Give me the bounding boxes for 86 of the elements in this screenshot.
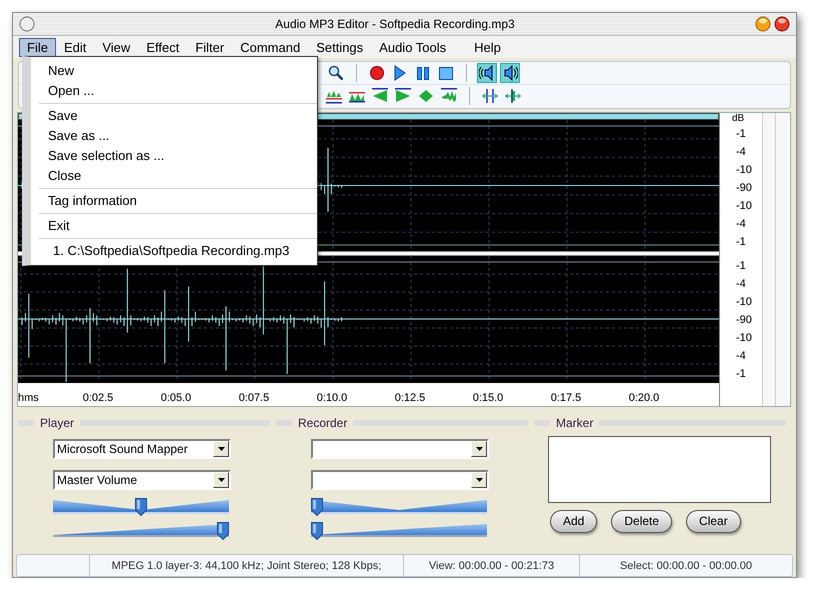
menu-item[interactable]: Audio Tools <box>371 38 454 58</box>
zoom-icon[interactable] <box>328 64 344 81</box>
db-tick-label: -10 <box>736 332 753 344</box>
window-menu-icon[interactable] <box>19 16 35 32</box>
menu-item[interactable]: File <box>19 38 56 58</box>
caret-icon[interactable] <box>218 446 224 451</box>
menu-entry[interactable]: 1. C:\Softpedia\Softpedia Recording.mp3 <box>39 241 317 261</box>
window-title: Audio MP3 Editor - Softpedia Recording.mp3 <box>274 16 516 31</box>
caret-icon[interactable] <box>476 478 482 482</box>
marker-split-icon[interactable] <box>482 88 498 104</box>
db-tick-label: -10 <box>736 296 753 308</box>
time-label: 0:02.5 <box>82 392 114 404</box>
status-text: Select: 00:00.00 - 00:00.00 <box>618 558 754 574</box>
pause-icon[interactable] <box>415 64 431 81</box>
menu-entry[interactable]: Tag information <box>39 191 317 211</box>
device-dropdown[interactable] <box>311 438 489 459</box>
group-title: Player <box>39 416 76 430</box>
status-text: MPEG 1.0 layer-3: 44,100 kHz; Joint Stereo; 128 Kbps; <box>90 555 404 576</box>
menu-item[interactable]: Effect <box>138 38 188 58</box>
marker-button[interactable]: Clear <box>686 510 741 533</box>
time-label: 0:05.0 <box>160 392 192 404</box>
menu-item[interactable]: Settings <box>308 38 372 58</box>
db-tick-label: -4 <box>736 218 747 230</box>
time-label: 0:12.5 <box>394 392 426 404</box>
db-tick-label: -10 <box>736 200 753 212</box>
menu-item[interactable]: Filter <box>187 38 232 58</box>
db-label: dB <box>731 112 746 124</box>
slider-thumb[interactable] <box>135 498 147 516</box>
db-tick-label: -1 <box>736 368 747 380</box>
minimize-icon[interactable] <box>755 16 771 32</box>
db-tick-label: -4 <box>736 278 747 290</box>
speaker-icon[interactable] <box>502 64 518 81</box>
group-title: Marker <box>555 416 594 430</box>
volume-ramp-icon <box>311 522 487 540</box>
play-icon[interactable] <box>392 64 408 81</box>
marker-button[interactable]: Add <box>550 510 598 533</box>
record-icon[interactable] <box>369 64 385 81</box>
slider-thumb[interactable] <box>311 522 323 540</box>
fade-out-icon[interactable] <box>395 88 411 104</box>
fade-in-icon[interactable] <box>372 88 388 104</box>
menu-entry[interactable]: Close <box>39 166 317 186</box>
time-label: 0:07.5 <box>238 392 270 404</box>
menu-entry[interactable]: New <box>39 61 317 81</box>
menu-entry[interactable]: Exit <box>39 216 317 236</box>
caret-icon[interactable] <box>476 446 482 451</box>
db-tick-label: -1 <box>736 128 747 140</box>
menu-item[interactable]: Help <box>466 38 509 58</box>
volume-ramp-icon <box>311 498 487 516</box>
mixer-dropdown[interactable] <box>311 470 489 490</box>
db-tick-label: -1 <box>736 236 747 248</box>
status-text: View: 00:00.00 - 00:21:73 <box>404 555 580 576</box>
wave-icon[interactable] <box>441 88 457 104</box>
db-tick-label: -90 <box>736 182 753 194</box>
db-tick-label: -4 <box>736 350 747 362</box>
group-title: Recorder <box>297 416 348 430</box>
caret-icon[interactable] <box>218 478 224 482</box>
slider-thumb[interactable] <box>311 498 323 516</box>
close-icon[interactable] <box>774 16 790 32</box>
db-tick-label: -1 <box>736 260 747 272</box>
menu-item[interactable]: Edit <box>56 38 94 58</box>
device-dropdown[interactable]: Microsoft Sound Mapper <box>53 438 231 459</box>
marker-list[interactable] <box>548 436 771 503</box>
scrollbar[interactable] <box>775 112 788 406</box>
menu-entry[interactable]: Save <box>39 106 317 126</box>
menu-entry[interactable]: Open ... <box>39 81 317 101</box>
time-label: hms <box>18 392 40 404</box>
slider-thumb[interactable] <box>217 522 229 540</box>
time-label: 0:15.0 <box>472 392 504 404</box>
speaker-icon[interactable] <box>479 64 495 81</box>
time-label: 0:10.0 <box>316 392 348 404</box>
db-tick-label: -90 <box>736 314 753 326</box>
menu-item[interactable]: Command <box>232 38 308 58</box>
menu-entry[interactable]: Save as ... <box>39 126 317 146</box>
marker-button[interactable]: Delete <box>611 510 672 533</box>
mixer-dropdown[interactable]: Master Volume <box>53 470 231 490</box>
stop-icon[interactable] <box>438 64 454 81</box>
marker-join-icon[interactable] <box>505 88 521 104</box>
volume-ramp-icon <box>53 498 229 516</box>
db-tick-label: -4 <box>736 146 747 158</box>
db-tick-label: -10 <box>736 164 753 176</box>
time-label: 0:17.5 <box>550 392 582 404</box>
menu-entry[interactable]: Save selection as ... <box>39 146 317 166</box>
time-label: 0:20.0 <box>628 392 660 404</box>
scrollbar[interactable] <box>762 112 775 406</box>
menu-item[interactable]: View <box>94 38 138 58</box>
diamond-icon[interactable] <box>418 88 434 104</box>
